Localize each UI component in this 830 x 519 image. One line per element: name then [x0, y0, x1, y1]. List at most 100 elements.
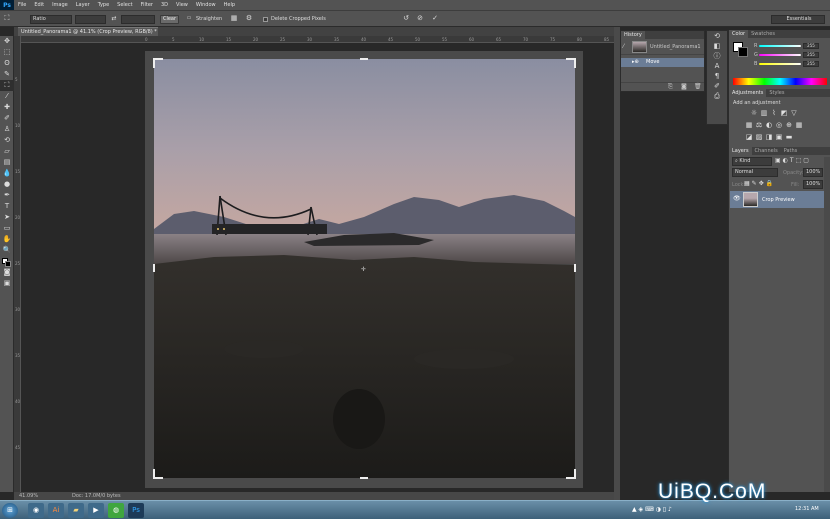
- menu-help[interactable]: Help: [220, 2, 239, 8]
- photoshop-taskbar-icon[interactable]: Ps: [128, 503, 144, 518]
- workspace-select[interactable]: Essentials: [771, 15, 825, 24]
- start-button-icon[interactable]: ⊞: [2, 503, 18, 518]
- move-tool-icon[interactable]: ✥: [0, 36, 14, 47]
- gradient-map-icon[interactable]: ▬: [784, 132, 794, 142]
- stamp-tool-icon[interactable]: ♙: [0, 124, 14, 135]
- new-doc-icon[interactable]: ⎘: [668, 83, 673, 91]
- brightness-icon[interactable]: ☼: [749, 108, 759, 118]
- tab-adjustments[interactable]: Adjustments: [729, 89, 767, 97]
- crop-handle-tr-v[interactable]: [574, 58, 576, 68]
- layer-filter-icons[interactable]: ▣◐T⬚▢: [775, 157, 825, 164]
- quick-mask-icon[interactable]: ◙: [0, 267, 14, 278]
- bw-icon[interactable]: ◐: [764, 120, 774, 130]
- menu-3d[interactable]: 3D: [157, 2, 172, 8]
- layers-scrollbar[interactable]: [824, 157, 830, 492]
- opacity-field[interactable]: 100%: [803, 168, 823, 177]
- hue-sat-icon[interactable]: ▦: [744, 120, 754, 130]
- paragraph-panel-icon[interactable]: ¶: [707, 71, 727, 81]
- tray-icons[interactable]: ▲ ◈ ⌨ ◑ ▯ ♪: [632, 506, 672, 513]
- trash-icon[interactable]: 🗑: [694, 83, 702, 90]
- properties-icon[interactable]: ◧: [707, 41, 727, 51]
- brush-tool-icon[interactable]: ✐: [0, 113, 14, 124]
- tab-styles[interactable]: Styles: [766, 89, 787, 97]
- brush-panel-icon[interactable]: ✐: [707, 81, 727, 91]
- clone-source-icon[interactable]: ⎙: [707, 91, 727, 101]
- clear-button[interactable]: Clear: [160, 15, 179, 24]
- crop-handle-right[interactable]: [574, 264, 576, 272]
- menu-edit[interactable]: Edit: [30, 2, 48, 8]
- history-step[interactable]: ▸⊕ Move: [621, 58, 704, 67]
- tab-history[interactable]: History: [621, 31, 645, 39]
- lasso-tool-icon[interactable]: ʘ: [0, 58, 14, 69]
- menu-filter[interactable]: Filter: [137, 2, 157, 8]
- tab-channels[interactable]: Channels: [752, 147, 781, 155]
- layer-kind-filter[interactable]: ⌕ Kind: [732, 157, 772, 166]
- fill-field[interactable]: 100%: [803, 180, 823, 189]
- shape-tool-icon[interactable]: ▭: [0, 223, 14, 234]
- crop-handle-tl-v[interactable]: [153, 58, 155, 68]
- explorer-taskbar-icon[interactable]: ▰: [68, 503, 84, 518]
- swap-icon[interactable]: ⇄: [110, 14, 118, 23]
- info-icon[interactable]: ⓘ: [707, 51, 727, 61]
- settings-gear-icon[interactable]: ⚙: [244, 14, 254, 23]
- vibrance-icon[interactable]: ▽: [789, 108, 799, 118]
- green-slider[interactable]: [759, 54, 801, 56]
- crop-handle-top[interactable]: [360, 58, 368, 60]
- menu-window[interactable]: Window: [192, 2, 220, 8]
- healing-tool-icon[interactable]: ✚: [0, 102, 14, 113]
- quick-select-tool-icon[interactable]: ✎: [0, 69, 14, 80]
- zoom-level[interactable]: 41.09%: [19, 492, 38, 500]
- gradient-tool-icon[interactable]: ▤: [0, 157, 14, 168]
- visibility-eye-icon[interactable]: 👁: [733, 195, 741, 202]
- camera-icon[interactable]: ◙: [681, 83, 687, 90]
- illustrator-taskbar-icon[interactable]: Ai: [48, 503, 64, 518]
- screen-mode-icon[interactable]: ▣: [0, 278, 14, 289]
- background-color-swatch[interactable]: [738, 47, 748, 57]
- exposure-icon[interactable]: ◩: [779, 108, 789, 118]
- crop-tool-icon[interactable]: ⛶: [2, 14, 12, 23]
- color-lookup-icon[interactable]: ▦: [794, 120, 804, 130]
- tab-paths[interactable]: Paths: [781, 147, 801, 155]
- lock-icons[interactable]: ▦✎✥🔒: [744, 180, 775, 187]
- channel-mixer-icon[interactable]: ⊕: [784, 120, 794, 130]
- clock[interactable]: 12:31 AM: [795, 506, 819, 512]
- menu-layer[interactable]: Layer: [72, 2, 94, 8]
- layer-row-crop-preview[interactable]: 👁 Crop Preview: [730, 191, 824, 208]
- type-tool-icon[interactable]: T: [0, 201, 14, 212]
- cancel-icon[interactable]: ⊘: [415, 14, 425, 23]
- line-taskbar-icon[interactable]: ◍: [108, 503, 124, 518]
- delete-cropped-checkbox[interactable]: [263, 17, 268, 22]
- levels-icon[interactable]: ▥: [759, 108, 769, 118]
- blue-value[interactable]: 255: [803, 61, 819, 67]
- path-select-icon[interactable]: ➤: [0, 212, 14, 223]
- history-brush-icon[interactable]: ⟲: [0, 135, 14, 146]
- posterize-icon[interactable]: ▨: [754, 132, 764, 142]
- tab-swatches[interactable]: Swatches: [748, 30, 778, 38]
- history-panel-icon[interactable]: ⟲: [707, 31, 727, 41]
- character-panel-icon[interactable]: A: [707, 61, 727, 71]
- eyedropper-tool-icon[interactable]: ⁄: [0, 91, 14, 102]
- green-value[interactable]: 255: [803, 52, 819, 58]
- color-swatch-icon[interactable]: [0, 256, 14, 267]
- blur-tool-icon[interactable]: 💧: [0, 168, 14, 179]
- color-balance-icon[interactable]: ⚖: [754, 120, 764, 130]
- photo-filter-icon[interactable]: ◎: [774, 120, 784, 130]
- straighten-icon[interactable]: ▭: [184, 14, 194, 23]
- media-player-taskbar-icon[interactable]: ▶: [88, 503, 104, 518]
- eraser-tool-icon[interactable]: ▱: [0, 146, 14, 157]
- invert-icon[interactable]: ◪: [744, 132, 754, 142]
- curves-icon[interactable]: ⌇: [769, 108, 779, 118]
- pen-tool-icon[interactable]: ✒: [0, 190, 14, 201]
- straighten-button[interactable]: Straighten: [196, 15, 222, 24]
- tab-layers[interactable]: Layers: [729, 147, 752, 155]
- menu-file[interactable]: File: [14, 2, 30, 8]
- blend-mode-select[interactable]: Normal: [732, 168, 778, 177]
- crop-handle-bl-v[interactable]: [153, 469, 155, 479]
- menu-type[interactable]: Type: [94, 2, 113, 8]
- history-snapshot[interactable]: ⁄ Untitled_Panorama1: [621, 39, 704, 55]
- document-tab[interactable]: Untitled_Panorama1 @ 41.1% (Crop Preview…: [18, 27, 158, 36]
- menu-select[interactable]: Select: [113, 2, 136, 8]
- ratio-height-field[interactable]: [121, 15, 155, 24]
- dodge-tool-icon[interactable]: ●: [0, 179, 14, 190]
- red-value[interactable]: 255: [803, 43, 819, 49]
